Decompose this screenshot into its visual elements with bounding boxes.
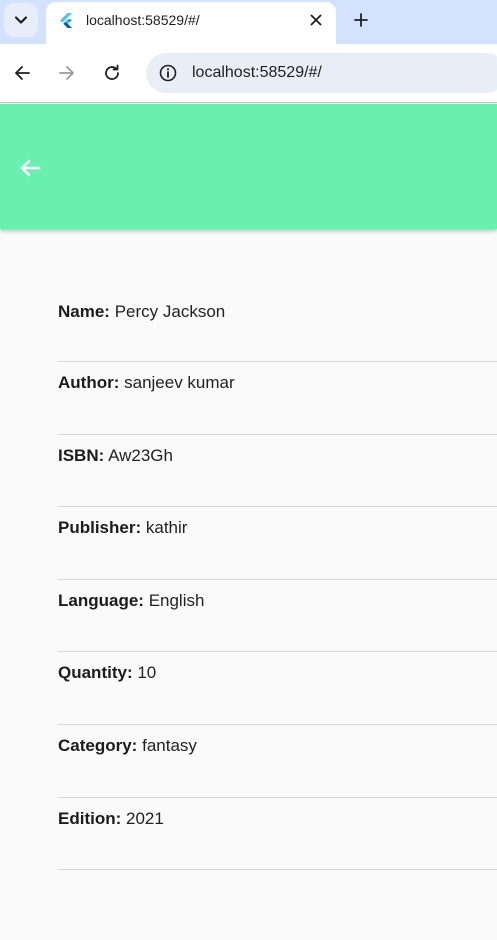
back-nav-button[interactable]	[6, 57, 38, 89]
detail-value: sanjeev kumar	[124, 373, 235, 392]
tab-close-button[interactable]	[304, 8, 328, 32]
detail-row-category: Category: fantasy	[58, 725, 497, 798]
detail-value: Aw23Gh	[108, 445, 173, 465]
new-tab-button[interactable]	[346, 5, 376, 35]
detail-label: Quantity:	[58, 663, 133, 683]
detail-value: fantasy	[142, 735, 197, 755]
info-icon	[159, 64, 177, 82]
close-icon	[310, 14, 322, 26]
detail-row-quantity: Quantity: 10	[58, 652, 497, 725]
browser-tab-strip: localhost:58529/#/	[0, 0, 497, 44]
toolbar-divider	[0, 102, 497, 103]
detail-row-author: Author: sanjeev kumar	[58, 362, 497, 435]
detail-label: Name:	[58, 302, 110, 321]
detail-value: 2021	[126, 808, 164, 828]
arrow-back-icon	[20, 159, 41, 177]
arrow-right-icon	[59, 66, 74, 80]
reload-icon	[105, 64, 119, 80]
plus-icon	[354, 13, 368, 27]
app-back-button[interactable]	[12, 150, 48, 186]
detail-label: ISBN:	[58, 445, 105, 465]
detail-row-publisher: Publisher: kathir	[58, 507, 497, 580]
detail-row-language: Language: English	[58, 580, 497, 653]
tab-title: localhost:58529/#/	[86, 12, 200, 28]
detail-row-name: Name: Percy Jackson	[58, 266, 497, 362]
detail-value: Percy Jackson	[114, 302, 226, 321]
detail-value: kathir	[145, 518, 188, 538]
detail-value: English	[148, 590, 205, 610]
detail-row-isbn: ISBN: Aw23Gh	[58, 435, 497, 508]
chevron-down-icon	[14, 16, 28, 24]
address-bar[interactable]: localhost:58529/#/	[146, 53, 497, 93]
detail-row-edition: Edition: 2021	[58, 798, 497, 871]
tab-search-button[interactable]	[4, 3, 38, 37]
browser-toolbar: localhost:58529/#/	[0, 44, 497, 102]
detail-label: Publisher:	[58, 518, 142, 538]
arrow-left-icon	[15, 66, 30, 80]
flutter-icon	[60, 13, 72, 28]
detail-value: 10	[137, 663, 157, 683]
url-text[interactable]: localhost:58529/#/	[192, 64, 322, 82]
detail-label: Author:	[58, 373, 120, 392]
browser-tab[interactable]: localhost:58529/#/	[46, 2, 336, 44]
detail-label: Edition:	[58, 808, 122, 828]
book-details-list: Name: Percy Jackson Author: sanjeev kuma…	[58, 266, 497, 871]
detail-label: Language:	[58, 590, 144, 610]
app-bar	[0, 104, 497, 229]
detail-label: Category:	[58, 735, 138, 755]
forward-nav-button[interactable]	[51, 57, 83, 89]
reload-button[interactable]	[96, 57, 128, 89]
site-info-button[interactable]	[154, 59, 182, 87]
